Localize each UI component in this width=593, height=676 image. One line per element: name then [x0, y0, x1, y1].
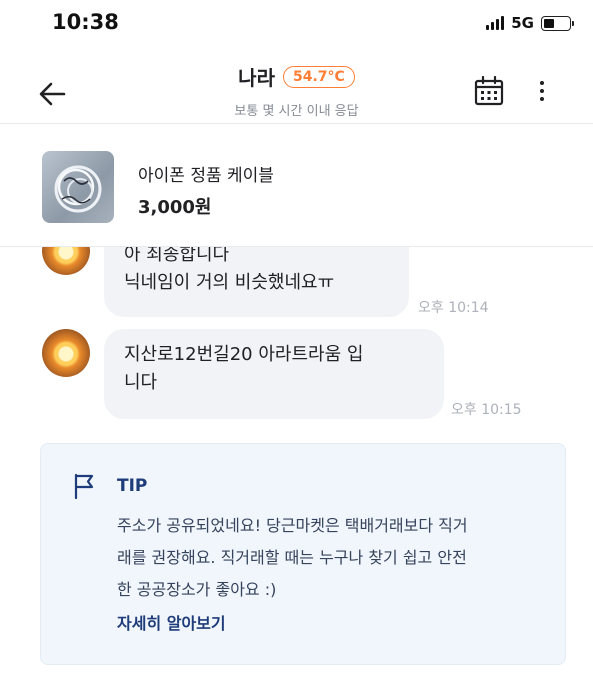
tip-label: TIP	[117, 476, 148, 496]
manner-temperature-badge: 54.7°C	[282, 65, 355, 88]
product-info-bar[interactable]: 아이폰 정품 케이블 3,000원	[0, 135, 593, 247]
network-type: 5G	[511, 14, 534, 32]
status-indicators: 5G	[486, 14, 574, 32]
tip-line: 주소가 공유되었네요! 당근마켓은 택배거래보다 직거	[117, 516, 468, 535]
avatar[interactable]	[42, 247, 90, 275]
tip-text: 주소가 공유되었네요! 당근마켓은 택배거래보다 직거 래를 권장해요. 직거래…	[117, 510, 557, 606]
status-time: 10:38	[52, 10, 119, 34]
calendar-icon	[474, 75, 504, 106]
cellular-signal-icon	[486, 16, 505, 30]
flag-icon	[74, 473, 94, 500]
chat-header: 나라 54.7°C 보통 몇 시간 이내 응답	[0, 52, 593, 124]
seller-name[interactable]: 나라	[238, 62, 275, 91]
product-thumbnail[interactable]	[42, 151, 114, 223]
message-bubble[interactable]: 아 죄송합니다 닉네임이 거의 비슷했네요ㅠ	[104, 247, 409, 317]
tip-line: 래를 권장해요. 직거래할 때는 누구나 찾기 쉽고 안전	[117, 548, 467, 567]
schedule-button[interactable]	[472, 74, 506, 108]
message-timestamp: 오후 10:15	[451, 402, 522, 418]
chat-message-list[interactable]: 아 죄송합니다 닉네임이 거의 비슷했네요ㅠ 오후 10:14 지산로12번길2…	[0, 247, 593, 676]
message-line: 닉네임이 거의 비슷했네요ㅠ	[124, 272, 335, 293]
seller-name-row: 나라 54.7°C	[238, 62, 355, 91]
tip-card: TIP 주소가 공유되었네요! 당근마켓은 택배거래보다 직거 래를 권장해요.…	[40, 443, 566, 665]
tip-line: 한 공공장소가 좋아요 :)	[117, 580, 277, 599]
more-vertical-icon	[540, 81, 544, 85]
message-line: 아 죄송합니다	[124, 247, 230, 265]
more-options-button[interactable]	[530, 76, 554, 106]
status-bar: 10:38 5G	[0, 0, 593, 48]
learn-more-link[interactable]: 자세히 알아보기	[117, 610, 226, 634]
message-line: 니다	[124, 372, 158, 393]
product-price: 3,000원	[138, 197, 212, 218]
message-timestamp: 오후 10:14	[418, 300, 489, 316]
avatar[interactable]	[42, 329, 90, 377]
message-bubble[interactable]: 지산로12번길20 아라트라움 입 니다	[104, 329, 444, 419]
battery-icon	[541, 15, 574, 31]
message-line: 지산로12번길20 아라트라움 입	[124, 344, 364, 365]
product-title: 아이폰 정품 케이블	[138, 166, 274, 186]
